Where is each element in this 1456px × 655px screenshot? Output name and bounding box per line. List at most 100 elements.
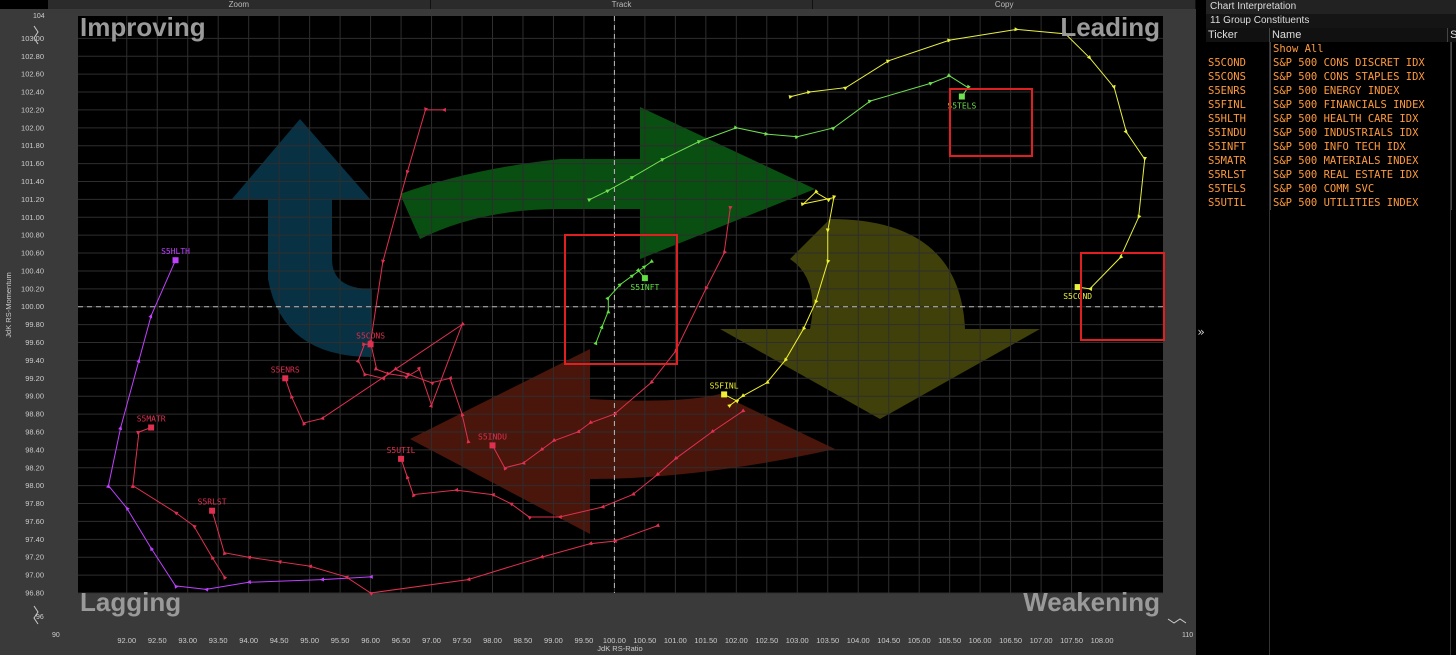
y-tick-label: 98.00 [25, 481, 44, 490]
y-axis-title: JdK RS-Momentum [4, 272, 13, 337]
constituent-name: S&P 500 CONS STAPLES IDX [1271, 70, 1452, 84]
x-tick-label: 93.00 [178, 636, 197, 645]
rrg-chart-frame: S5HLTH S5MATR S5RLST S5UTIL S5ENRS S5CONS S5IN… [0, 9, 1196, 655]
constituent-row[interactable]: S5MATR S&P 500 MATERIALS INDEX [1206, 154, 1456, 168]
constituent-row[interactable]: S5ENRS S&P 500 ENERGY INDEX [1206, 84, 1456, 98]
constituent-row[interactable]: S5COND S&P 500 CONS DISCRET IDX [1206, 56, 1456, 70]
x-tick-label: 107.00 [1030, 636, 1053, 645]
x-tick-label: 98.50 [514, 636, 533, 645]
constituent-row[interactable]: S5INFT S&P 500 INFO TECH IDX [1206, 140, 1456, 154]
constituent-row[interactable]: S5UTIL S&P 500 UTILITIES INDEX [1206, 196, 1456, 210]
x-tick-label: 95.50 [331, 636, 350, 645]
series-label: S5COND [1063, 292, 1092, 301]
x-tick-label: 95.00 [300, 636, 319, 645]
constituent-name: S&P 500 ENERGY INDEX [1271, 84, 1452, 98]
series-label: S5RLST [198, 498, 227, 507]
column-header-name[interactable]: Name [1270, 28, 1449, 42]
constituent-ticker: S5CONS [1206, 70, 1271, 84]
head-point-marker[interactable] [1074, 284, 1081, 291]
show-all-blank [1206, 42, 1271, 56]
constituent-ticker: S5TELS [1206, 182, 1271, 196]
y-tick-label: 98.80 [25, 410, 44, 419]
x-axis-max-label: 110 [1182, 632, 1193, 639]
constituent-name: S&P 500 UTILITIES INDEX [1271, 196, 1452, 210]
x-tick-label: 96.50 [392, 636, 411, 645]
copy-button[interactable]: Copy [813, 0, 1197, 9]
constituent-name: S&P 500 CONS DISCRET IDX [1271, 56, 1452, 70]
x-tick-label: 94.50 [270, 636, 289, 645]
constituent-ticker: S5INDU [1206, 126, 1271, 140]
constituent-row[interactable]: S5INDU S&P 500 INDUSTRIALS IDX [1206, 126, 1456, 140]
y-tick-label: 100.40 [21, 266, 44, 275]
y-tick-label: 100.80 [21, 231, 44, 240]
constituent-row[interactable]: S5RLST S&P 500 REAL ESTATE IDX [1206, 168, 1456, 182]
x-tick-label: 92.50 [148, 636, 167, 645]
constituent-ticker: S5ENRS [1206, 84, 1271, 98]
zoom-button[interactable]: Zoom [48, 0, 431, 9]
y-tick-label: 99.20 [25, 374, 44, 383]
constituent-name: S&P 500 INDUSTRIALS IDX [1271, 126, 1452, 140]
panel-title: Chart Interpretation [1206, 0, 1456, 14]
constituent-name: S&P 500 HEALTH CARE IDX [1271, 112, 1452, 126]
show-all-link[interactable]: Show All [1271, 42, 1452, 56]
constituent-ticker: S5UTIL [1206, 196, 1271, 210]
y-tick-label: 97.40 [25, 535, 44, 544]
x-axis-title: JdK RS-Ratio [597, 644, 642, 653]
x-tick-label: 104.00 [847, 636, 870, 645]
y-tick-label: 97.00 [25, 571, 44, 580]
y-tick-label: 100.00 [21, 302, 44, 311]
quadrant-lagging: Lagging [80, 587, 181, 617]
constituent-row[interactable]: S5HLTH S&P 500 HEALTH CARE IDX [1206, 112, 1456, 126]
series-label: S5MATR [137, 415, 166, 424]
y-tick-label: 98.20 [25, 463, 44, 472]
x-tick-label: 99.50 [575, 636, 594, 645]
head-point-marker[interactable] [641, 275, 648, 282]
x-tick-label: 101.50 [694, 636, 717, 645]
head-point-marker[interactable] [209, 507, 216, 514]
x-tick-label: 94.00 [239, 636, 258, 645]
series-label: S5INFT [630, 283, 659, 292]
series-label: S5CONS [356, 331, 385, 340]
y-tick-label: 101.20 [21, 195, 44, 204]
head-point-marker[interactable] [721, 391, 728, 398]
y-tick-label: 99.80 [25, 320, 44, 329]
head-point-marker[interactable] [367, 341, 374, 348]
y-tick-label: 98.60 [25, 427, 44, 436]
x-tick-label: 102.00 [725, 636, 748, 645]
x-tick-label: 97.50 [453, 636, 472, 645]
constituent-ticker: S5MATR [1206, 154, 1271, 168]
rrg-chart[interactable]: S5HLTH S5MATR S5RLST S5UTIL S5ENRS S5CONS S5IN… [0, 9, 1196, 655]
column-header-extra[interactable]: S [1448, 28, 1456, 42]
head-point-marker[interactable] [172, 257, 179, 264]
x-tick-label: 92.00 [117, 636, 136, 645]
panel-toggle-button[interactable]: » [1196, 9, 1206, 655]
head-point-marker[interactable] [282, 375, 289, 382]
show-all-row[interactable]: Show All [1206, 42, 1456, 56]
head-point-marker[interactable] [489, 442, 496, 449]
head-point-marker[interactable] [958, 93, 965, 100]
y-tick-label: 101.60 [21, 159, 44, 168]
x-tick-label: 101.00 [664, 636, 687, 645]
y-axis-ticks: 96.80 97.00 97.20 97.40 97.60 97.80 98.00 98.20… [21, 34, 44, 598]
head-point-marker[interactable] [398, 455, 405, 462]
constituent-row[interactable]: S5FINL S&P 500 FINANCIALS INDEX [1206, 98, 1456, 112]
track-button[interactable]: Track [430, 0, 814, 9]
head-point-marker[interactable] [148, 424, 155, 431]
constituent-name: S&P 500 REAL ESTATE IDX [1271, 168, 1452, 182]
constituent-list: S5COND S&P 500 CONS DISCRET IDX S5CONS S&P … [1206, 56, 1456, 210]
x-axis-min-label: 90 [52, 632, 60, 639]
plot-area [78, 16, 1163, 593]
constituent-row[interactable]: S5CONS S&P 500 CONS STAPLES IDX [1206, 70, 1456, 84]
x-tick-label: 107.50 [1060, 636, 1083, 645]
x-tick-label: 106.00 [969, 636, 992, 645]
y-tick-label: 102.40 [21, 88, 44, 97]
y-axis-max-label: 104 [33, 13, 45, 20]
column-header-ticker[interactable]: Ticker [1206, 28, 1270, 42]
panel-subtitle: 11 Group Constituents [1206, 14, 1456, 28]
series-label: S5HLTH [161, 247, 190, 256]
x-axis-break-right [1167, 618, 1187, 624]
x-tick-label: 106.50 [999, 636, 1022, 645]
x-tick-label: 103.50 [816, 636, 839, 645]
x-tick-label: 97.00 [422, 636, 441, 645]
constituent-row[interactable]: S5TELS S&P 500 COMM SVC [1206, 182, 1456, 196]
